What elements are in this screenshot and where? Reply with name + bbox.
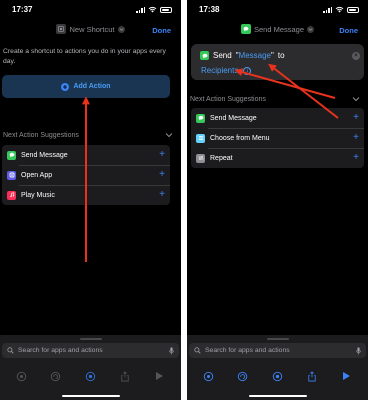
chevron-down-icon bbox=[352, 97, 360, 102]
sheet-grabber[interactable] bbox=[266, 338, 289, 340]
wifi-icon bbox=[148, 6, 157, 13]
remove-action-icon[interactable]: × bbox=[352, 52, 360, 60]
suggestion-repeat[interactable]: Repeat + bbox=[191, 148, 364, 168]
microphone-icon[interactable] bbox=[169, 346, 174, 355]
suggestion-label: Send Message bbox=[21, 151, 68, 159]
add-icon[interactable]: + bbox=[159, 150, 165, 160]
editor-toolbar bbox=[187, 365, 368, 387]
recipients-row: Recipients i bbox=[201, 66, 252, 75]
intro-text: Create a shortcut to actions you do in y… bbox=[3, 48, 166, 65]
home-indicator bbox=[248, 394, 307, 397]
settings-icon[interactable] bbox=[201, 369, 215, 383]
add-icon[interactable]: + bbox=[353, 113, 359, 123]
suggestion-choose-from-menu[interactable]: Choose from Menu + bbox=[191, 128, 364, 148]
search-icon bbox=[194, 347, 201, 354]
search-bar[interactable]: Search for apps and actions bbox=[2, 343, 179, 358]
add-action-label: Add Action bbox=[73, 83, 111, 90]
suggestions-title: Next Action Suggestions bbox=[190, 95, 266, 103]
chevron-down-icon bbox=[307, 25, 315, 33]
info-circle-icon[interactable] bbox=[83, 369, 97, 383]
done-button[interactable]: Done bbox=[339, 26, 358, 35]
search-icon bbox=[7, 347, 14, 354]
message-token[interactable]: Message bbox=[239, 51, 271, 60]
right-phone-screen: 17:38 Send Message Done Send "Message" t… bbox=[187, 0, 368, 400]
music-icon bbox=[7, 190, 16, 200]
play-icon[interactable] bbox=[153, 369, 167, 383]
settings-icon[interactable] bbox=[14, 369, 28, 383]
messages-icon bbox=[240, 24, 251, 34]
chevron-down-icon bbox=[117, 25, 125, 33]
suggestion-send-message[interactable]: Send Message + bbox=[2, 145, 170, 165]
suggestion-open-app[interactable]: Open App + bbox=[2, 165, 170, 185]
action-search-sheet: Search for apps and actions bbox=[0, 335, 181, 400]
status-icons bbox=[136, 6, 172, 13]
suggestions-header[interactable]: Next Action Suggestions bbox=[3, 129, 173, 141]
add-icon[interactable]: + bbox=[353, 133, 359, 143]
recipients-token[interactable]: Recipients bbox=[201, 66, 238, 75]
undo-icon[interactable] bbox=[236, 369, 250, 383]
status-icons bbox=[323, 6, 359, 13]
battery-icon bbox=[160, 6, 172, 13]
battery-icon bbox=[347, 6, 359, 13]
nav-bar: Send Message Done bbox=[187, 22, 368, 38]
send-message-action-card[interactable]: Send "Message" to Recipients i × bbox=[191, 44, 364, 80]
suggestion-label: Send Message bbox=[210, 114, 257, 122]
search-placeholder: Search for apps and actions bbox=[18, 347, 103, 354]
search-placeholder: Search for apps and actions bbox=[205, 347, 290, 354]
action-to-word: to bbox=[277, 51, 285, 60]
undo-icon[interactable] bbox=[49, 369, 63, 383]
open-app-icon bbox=[7, 170, 16, 180]
suggestion-label: Open App bbox=[21, 171, 53, 179]
home-indicator bbox=[61, 394, 120, 397]
action-verb: Send bbox=[213, 51, 232, 60]
suggestion-label: Play Music bbox=[21, 191, 55, 199]
sheet-grabber[interactable] bbox=[79, 338, 102, 340]
add-icon[interactable]: + bbox=[159, 170, 165, 180]
repeat-icon bbox=[196, 153, 205, 163]
microphone-icon[interactable] bbox=[356, 346, 361, 355]
add-icon[interactable]: + bbox=[353, 153, 359, 163]
search-bar[interactable]: Search for apps and actions bbox=[189, 343, 366, 358]
suggestions-list: Send Message + Open App + Play Music + bbox=[2, 145, 170, 205]
close-quote: " bbox=[271, 51, 274, 60]
nav-title: Send Message bbox=[253, 24, 305, 34]
wifi-icon bbox=[335, 6, 344, 13]
status-time: 17:38 bbox=[199, 5, 220, 14]
add-icon[interactable]: + bbox=[159, 190, 165, 200]
action-sentence: Send "Message" to bbox=[200, 51, 285, 60]
suggestions-title: Next Action Suggestions bbox=[3, 131, 79, 139]
status-time: 17:37 bbox=[12, 5, 33, 14]
left-phone-screen: 17:37 New Shortcut Done Create a shortcu… bbox=[0, 0, 181, 400]
info-circle-icon[interactable] bbox=[270, 369, 284, 383]
nav-bar: New Shortcut Done bbox=[0, 22, 181, 38]
info-icon[interactable]: i bbox=[243, 66, 252, 75]
suggestions-header[interactable]: Next Action Suggestions bbox=[190, 93, 360, 105]
suggestion-label: Choose from Menu bbox=[210, 134, 270, 142]
messages-icon bbox=[196, 113, 205, 123]
suggestions-list: Send Message + Choose from Menu + Repeat… bbox=[191, 108, 364, 168]
share-icon[interactable] bbox=[118, 369, 132, 383]
status-bar: 17:37 bbox=[0, 0, 181, 20]
suggestion-label: Repeat bbox=[210, 154, 233, 162]
play-icon[interactable] bbox=[340, 369, 354, 383]
cellular-signal-icon bbox=[136, 6, 145, 13]
status-bar: 17:38 bbox=[187, 0, 368, 20]
messages-icon bbox=[7, 150, 16, 160]
shortcut-glyph-icon bbox=[56, 24, 67, 34]
editor-toolbar bbox=[0, 365, 181, 387]
menu-icon bbox=[196, 133, 205, 143]
action-search-sheet: Search for apps and actions bbox=[187, 335, 368, 400]
share-icon[interactable] bbox=[305, 369, 319, 383]
cellular-signal-icon bbox=[323, 6, 332, 13]
suggestion-send-message[interactable]: Send Message + bbox=[191, 108, 364, 128]
messages-icon bbox=[200, 51, 209, 60]
plus-circle-icon bbox=[61, 82, 70, 91]
chevron-down-icon bbox=[165, 133, 173, 138]
add-action-button[interactable]: Add Action bbox=[2, 75, 170, 98]
done-button[interactable]: Done bbox=[152, 26, 171, 35]
nav-title: New Shortcut bbox=[69, 24, 115, 34]
suggestion-play-music[interactable]: Play Music + bbox=[2, 185, 170, 205]
